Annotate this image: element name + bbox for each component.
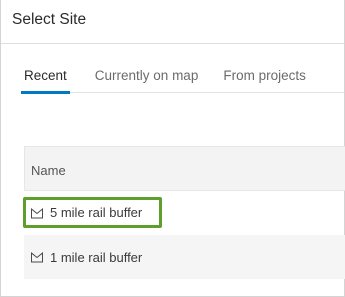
tab-recent[interactable]: Recent [21,65,70,94]
panel-header: Select Site [1,0,344,44]
polygon-icon [30,250,44,264]
polygon-icon [30,206,44,220]
sites-table: Name [24,146,345,191]
tab-bar: Recent Currently on map From projects [21,65,344,94]
row-label: 5 mile rail buffer [50,205,143,220]
tab-from-projects[interactable]: From projects [223,65,306,93]
table-row[interactable]: 5 mile rail buffer [24,191,345,234]
panel-title: Select Site [12,11,87,28]
table-row[interactable]: 1 mile rail buffer [24,235,345,279]
column-header-name[interactable]: Name [24,146,345,191]
select-site-panel: Select Site Recent Currently on map From… [0,0,345,297]
tab-currently-on-map[interactable]: Currently on map [95,65,199,93]
row-label: 1 mile rail buffer [50,249,143,265]
